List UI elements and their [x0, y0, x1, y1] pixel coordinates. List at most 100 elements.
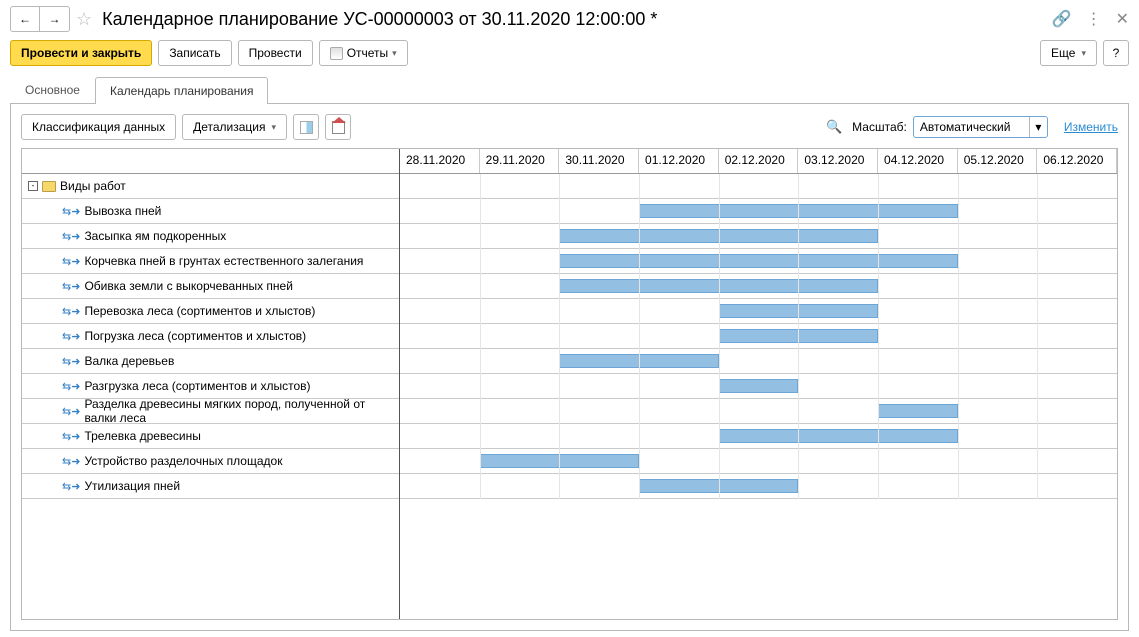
gantt-bar-row: [400, 449, 1117, 474]
gantt-bar[interactable]: [878, 404, 958, 418]
date-header-cell: 30.11.2020: [559, 149, 639, 173]
gantt-bar-row: [400, 324, 1117, 349]
gantt-chart: - Виды работ⇆➜ Вывозка пней⇆➜ Засыпка ям…: [21, 148, 1118, 620]
nav-back-button[interactable]: ←: [10, 6, 40, 32]
search-icon[interactable]: 🔍: [826, 119, 842, 135]
gantt-task-row[interactable]: ⇆➜ Обивка земли с выкорчеванных пней: [22, 274, 399, 299]
date-header-cell: 28.11.2020: [400, 149, 480, 173]
task-label: Трелевка древесины: [84, 429, 200, 443]
nav-forward-button[interactable]: →: [40, 6, 70, 32]
detailing-button[interactable]: Детализация ▾: [182, 114, 287, 140]
reports-button[interactable]: Отчеты ▾: [319, 40, 408, 66]
page-title: Календарное планирование УС-00000003 от …: [102, 9, 1046, 30]
more-button[interactable]: Еще ▾: [1040, 40, 1097, 66]
help-button[interactable]: ?: [1103, 40, 1129, 66]
gantt-task-row[interactable]: ⇆➜ Трелевка древесины: [22, 424, 399, 449]
post-and-close-button[interactable]: Провести и закрыть: [10, 40, 152, 66]
favorite-star-icon[interactable]: ☆: [76, 9, 92, 30]
home-icon: [332, 121, 345, 134]
gantt-bar-row: [400, 474, 1117, 499]
task-label: Вывозка пней: [84, 204, 161, 218]
detail-view-button[interactable]: [293, 114, 319, 140]
task-label: Валка деревьев: [84, 354, 174, 368]
report-icon: [330, 47, 343, 60]
scale-value: Автоматический: [920, 120, 1011, 134]
task-icon: ⇆➜: [62, 280, 80, 293]
task-icon: ⇆➜: [62, 455, 80, 468]
date-header-cell: 05.12.2020: [958, 149, 1038, 173]
task-label: Разгрузка леса (сортиментов и хлыстов): [84, 379, 310, 393]
chevron-down-icon: ▾: [1029, 117, 1047, 137]
task-icon: ⇆➜: [62, 305, 80, 318]
task-label: Перевозка леса (сортиментов и хлыстов): [84, 304, 315, 318]
gantt-bar-row: [400, 174, 1117, 199]
task-label: Корчевка пней в грунтах естественного за…: [84, 254, 363, 268]
task-label: Обивка земли с выкорчеванных пней: [84, 279, 293, 293]
scale-label: Масштаб:: [852, 120, 907, 134]
gantt-task-row[interactable]: ⇆➜ Корчевка пней в грунтах естественного…: [22, 249, 399, 274]
task-label: Засыпка ям подкоренных: [84, 229, 226, 243]
task-icon: ⇆➜: [62, 480, 80, 493]
task-icon: ⇆➜: [62, 355, 80, 368]
gantt-task-row[interactable]: ⇆➜ Вывозка пней: [22, 199, 399, 224]
gantt-bar-row: [400, 424, 1117, 449]
task-icon: ⇆➜: [62, 205, 80, 218]
date-header-cell: 04.12.2020: [878, 149, 958, 173]
date-header-cell: 06.12.2020: [1037, 149, 1117, 173]
gantt-task-row[interactable]: ⇆➜ Разгрузка леса (сортиментов и хлыстов…: [22, 374, 399, 399]
close-icon[interactable]: ✕: [1116, 9, 1129, 29]
chevron-down-icon: ▾: [1081, 48, 1086, 59]
gantt-bar[interactable]: [719, 379, 799, 393]
change-link[interactable]: Изменить: [1064, 120, 1118, 134]
chevron-down-icon: ▾: [392, 48, 397, 59]
gantt-task-row[interactable]: ⇆➜ Погрузка леса (сортиментов и хлыстов): [22, 324, 399, 349]
date-header-cell: 29.11.2020: [480, 149, 560, 173]
split-view-icon: [300, 121, 313, 134]
tab-main[interactable]: Основное: [10, 76, 95, 103]
gantt-bar-row: [400, 374, 1117, 399]
tab-planning-calendar[interactable]: Календарь планирования: [95, 77, 269, 104]
gantt-bar[interactable]: [719, 429, 958, 443]
gantt-bar-row: [400, 199, 1117, 224]
date-header-cell: 02.12.2020: [719, 149, 799, 173]
date-header-cell: 01.12.2020: [639, 149, 719, 173]
tree-collapse-icon[interactable]: -: [28, 181, 38, 191]
data-classification-button[interactable]: Классификация данных: [21, 114, 176, 140]
gantt-task-row[interactable]: ⇆➜ Разделка древесины мягких пород, полу…: [22, 399, 399, 424]
gantt-bar[interactable]: [559, 254, 957, 268]
gantt-left-header: [22, 149, 399, 174]
task-icon: ⇆➜: [62, 380, 80, 393]
chevron-down-icon: ▾: [272, 122, 277, 133]
task-icon: ⇆➜: [62, 230, 80, 243]
gantt-task-row[interactable]: ⇆➜ Утилизация пней: [22, 474, 399, 499]
save-button[interactable]: Записать: [158, 40, 231, 66]
post-button[interactable]: Провести: [238, 40, 313, 66]
gantt-root-row[interactable]: - Виды работ: [22, 174, 399, 199]
gantt-task-row[interactable]: ⇆➜ Валка деревьев: [22, 349, 399, 374]
gantt-bar-row: [400, 224, 1117, 249]
folder-icon: [42, 181, 56, 192]
gantt-bar-row: [400, 299, 1117, 324]
task-icon: ⇆➜: [62, 255, 80, 268]
task-label: Погрузка леса (сортиментов и хлыстов): [84, 329, 306, 343]
scale-select[interactable]: Автоматический ▾: [913, 116, 1048, 138]
gantt-bar-row: [400, 274, 1117, 299]
task-icon: ⇆➜: [62, 405, 80, 418]
date-header-cell: 03.12.2020: [798, 149, 878, 173]
kebab-menu-icon[interactable]: ⋮: [1086, 9, 1102, 29]
reports-label: Отчеты: [347, 46, 388, 60]
root-task-label: Виды работ: [60, 179, 126, 193]
gantt-bar-row: [400, 349, 1117, 374]
task-icon: ⇆➜: [62, 330, 80, 343]
gantt-task-row[interactable]: ⇆➜ Устройство разделочных площадок: [22, 449, 399, 474]
task-label: Разделка древесины мягких пород, получен…: [84, 397, 399, 425]
gantt-task-row[interactable]: ⇆➜ Засыпка ям подкоренных: [22, 224, 399, 249]
link-icon[interactable]: 🔗: [1052, 9, 1072, 29]
gantt-bar-row: [400, 399, 1117, 424]
gantt-task-row[interactable]: ⇆➜ Перевозка леса (сортиментов и хлыстов…: [22, 299, 399, 324]
home-button[interactable]: [325, 114, 351, 140]
task-label: Утилизация пней: [84, 479, 180, 493]
task-icon: ⇆➜: [62, 430, 80, 443]
gantt-bar-row: [400, 249, 1117, 274]
task-label: Устройство разделочных площадок: [84, 454, 282, 468]
